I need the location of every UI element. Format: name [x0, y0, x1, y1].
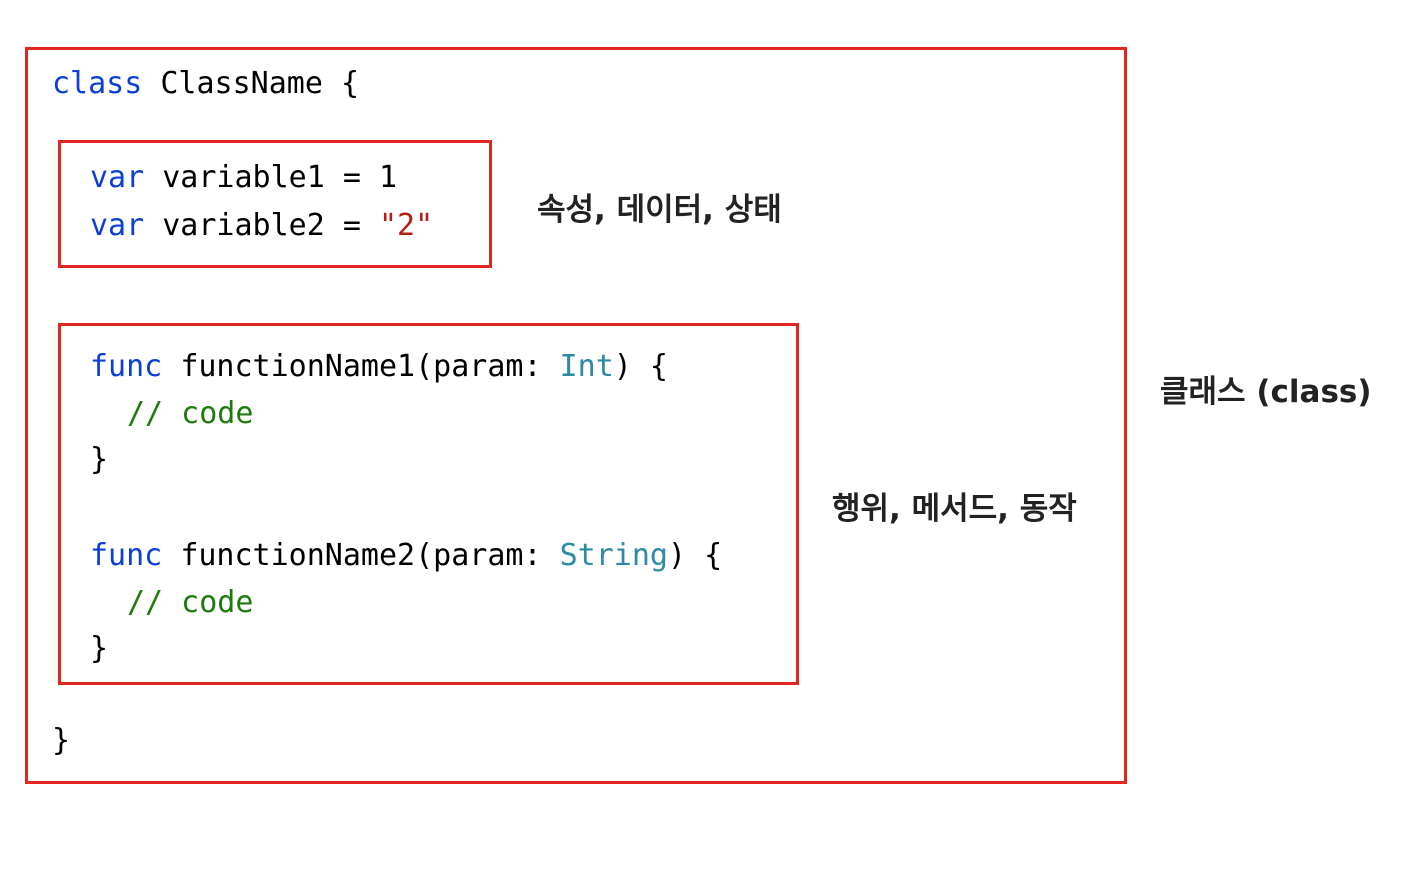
property-value: "2"	[379, 208, 434, 243]
method-signature: functionName2(param:	[180, 538, 560, 573]
method-close-brace-1: }	[90, 442, 109, 477]
method-signature: functionName1(param:	[180, 349, 560, 384]
assign-operator: =	[342, 160, 361, 195]
class-label: 클래스 (class)	[1160, 374, 1372, 410]
signature-tail: ) {	[613, 349, 668, 384]
method-signature-1: func functionName1(param: Int) {	[90, 349, 668, 385]
var-keyword: var	[90, 208, 145, 243]
property-name: variable1	[162, 160, 325, 195]
class-keyword: class	[52, 66, 143, 101]
var-keyword: var	[90, 160, 145, 195]
func-keyword: func	[90, 538, 163, 573]
methods-label: 행위, 메서드, 동작	[832, 491, 1077, 527]
signature-tail: ) {	[667, 538, 723, 573]
class-open-brace: {	[341, 66, 360, 101]
class-close-brace: }	[52, 723, 71, 758]
method-close-brace-2: }	[90, 631, 109, 666]
property-name: variable2	[162, 208, 325, 243]
property-value: 1	[379, 160, 398, 195]
assign-operator: =	[342, 208, 361, 243]
param-type: Int	[559, 349, 614, 384]
property-line-1: var variable1 = 1	[90, 160, 397, 196]
class-name: ClassName	[160, 66, 323, 101]
method-signature-2: func functionName2(param: String) {	[90, 538, 722, 574]
class-declaration-line: class ClassName {	[52, 66, 359, 102]
method-comment-2: // code	[127, 585, 254, 620]
func-keyword: func	[90, 349, 163, 384]
property-line-2: var variable2 = "2"	[90, 208, 433, 244]
param-type: String	[559, 538, 668, 573]
method-comment-1: // code	[127, 396, 254, 431]
properties-label: 속성, 데이터, 상태	[537, 192, 782, 228]
